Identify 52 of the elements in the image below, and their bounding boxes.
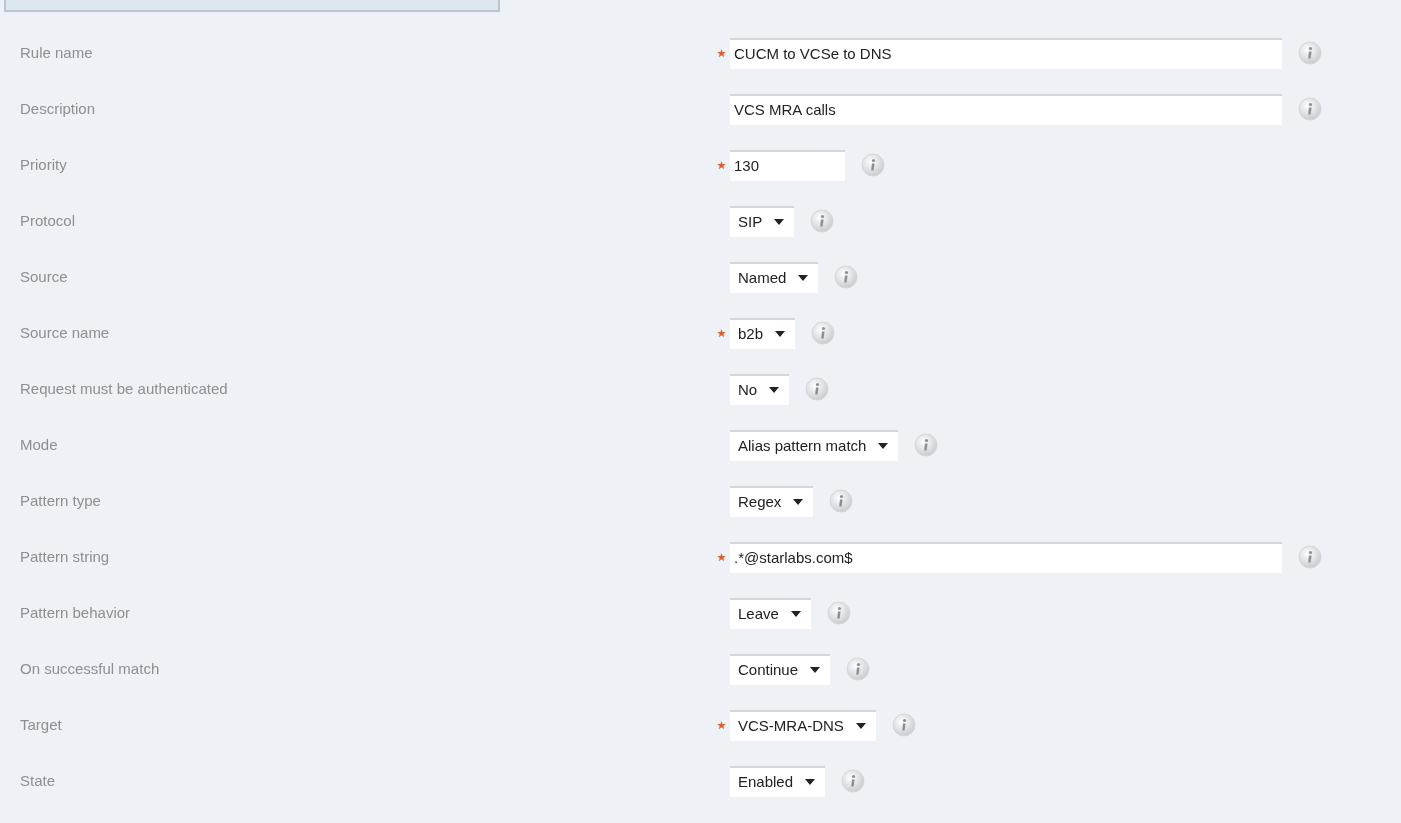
info-icon[interactable]	[891, 713, 916, 737]
dropdown[interactable]: b2b	[730, 317, 796, 349]
info-icon[interactable]	[811, 321, 836, 345]
field-label: Pattern string	[19, 546, 111, 567]
caret-icon	[855, 723, 866, 729]
input-field[interactable]: 130	[730, 149, 845, 181]
field-label: Priority	[19, 154, 68, 175]
input-field[interactable]: CUCM to VCSe to DNS	[730, 37, 1282, 69]
info-icon[interactable]	[834, 265, 859, 289]
caret-icon	[775, 331, 786, 337]
dropdown[interactable]: Alias pattern match	[730, 429, 899, 461]
caret-icon	[878, 443, 889, 449]
input-field[interactable]: VCS MRA calls	[730, 93, 1282, 125]
caret-icon	[805, 779, 816, 785]
info-icon[interactable]	[826, 601, 851, 625]
field-label: Rule name	[19, 42, 94, 63]
dropdown[interactable]: Leave	[730, 597, 811, 629]
info-icon[interactable]	[1298, 97, 1322, 121]
input-field[interactable]: .*@starlabs.com$	[730, 541, 1282, 573]
info-icon[interactable]	[805, 377, 830, 401]
info-icon[interactable]	[861, 153, 885, 177]
caret-icon	[774, 219, 785, 225]
dropdown[interactable]: Enabled	[730, 765, 826, 797]
caret-icon	[798, 275, 809, 281]
caret-icon	[790, 611, 801, 617]
field-label: Request must be authenticated	[19, 378, 229, 399]
info-icon[interactable]	[914, 433, 939, 457]
info-icon[interactable]	[1298, 41, 1322, 65]
field-label: Mode	[19, 434, 59, 455]
info-icon[interactable]	[810, 209, 835, 233]
dropdown[interactable]: Regex	[730, 485, 814, 517]
dropdown[interactable]: VCS-MRA-DNS	[730, 709, 876, 741]
caret-icon	[810, 667, 821, 673]
info-icon[interactable]	[1298, 545, 1322, 569]
dropdown[interactable]: No	[730, 373, 790, 405]
info-icon[interactable]	[829, 489, 854, 513]
field-label: Description	[19, 98, 97, 119]
dropdown[interactable]: Named	[730, 261, 819, 293]
caret-icon	[793, 499, 804, 505]
field-label: Pattern behavior	[19, 602, 132, 623]
field-label: Pattern type	[19, 490, 102, 511]
field-label: Protocol	[19, 210, 77, 231]
field-label: Source	[19, 266, 69, 287]
info-icon[interactable]	[846, 657, 871, 681]
caret-icon	[769, 387, 780, 393]
info-icon[interactable]	[841, 769, 866, 793]
field-label: Source name	[19, 322, 111, 343]
field-label: On successful match	[19, 658, 161, 679]
field-label: Target	[19, 714, 63, 735]
field-label: State	[19, 770, 57, 791]
dropdown[interactable]: SIP	[730, 205, 795, 237]
dropdown[interactable]: Continue	[730, 653, 831, 685]
